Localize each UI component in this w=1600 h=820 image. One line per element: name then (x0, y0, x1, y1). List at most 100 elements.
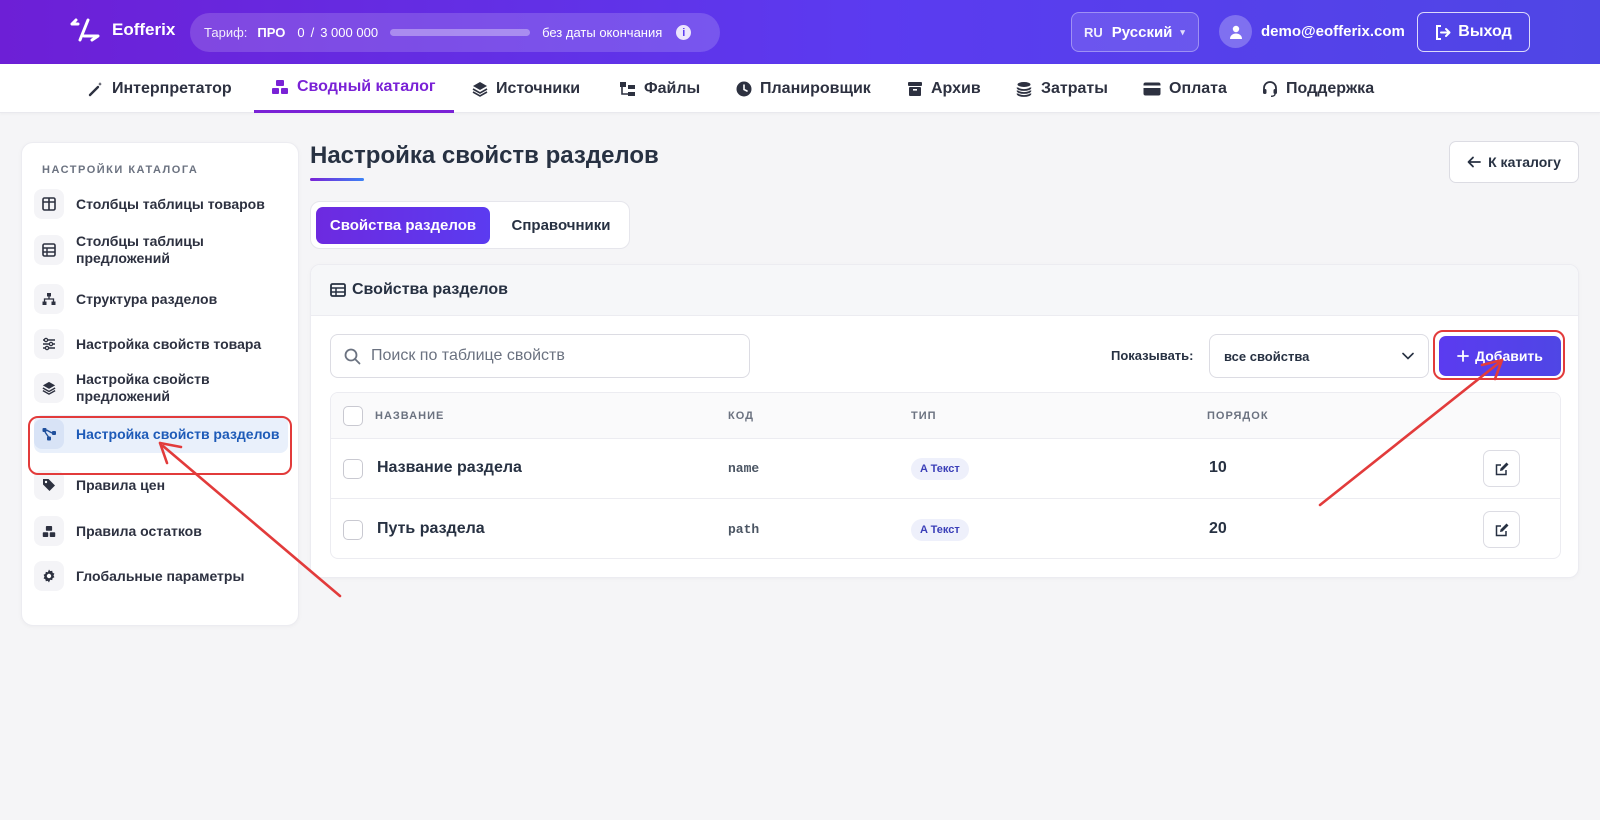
chevron-down-icon (1402, 352, 1414, 360)
tariff-total: 3 000 000 (320, 25, 379, 40)
filter-select[interactable]: все свойства (1209, 334, 1429, 378)
logout-label: Выход (1458, 23, 1512, 40)
boxes-icon (34, 516, 64, 546)
column-header-code[interactable]: КОД (728, 410, 754, 422)
headset-icon (1263, 80, 1277, 97)
nav-item-files[interactable]: Файлы (619, 64, 700, 113)
main-nav: Интерпретатор Сводный каталог Источники … (0, 64, 1600, 113)
column-header-name[interactable]: НАЗВАНИЕ (375, 410, 444, 422)
tags-icon (34, 470, 64, 500)
user-menu[interactable]: demo@eofferix.com (1219, 15, 1405, 48)
sidebar-item-product-columns[interactable]: Столбцы таблицы товаров (34, 189, 288, 219)
nav-item-sources[interactable]: Источники (472, 64, 580, 113)
sidebar-item-stock-rules[interactable]: Правила остатков (34, 516, 288, 546)
select-all-checkbox[interactable] (343, 406, 363, 426)
row-checkbox[interactable] (343, 459, 363, 479)
layers-icon (34, 373, 64, 403)
row-checkbox[interactable] (343, 520, 363, 540)
add-label: Добавить (1475, 348, 1543, 364)
sidebar-item-label: Столбцы таблицы предложений (76, 233, 204, 266)
nav-label: Планировщик (760, 79, 871, 97)
card-title: Свойства разделов (352, 281, 508, 298)
sidebar-item-label: Правила остатков (76, 522, 202, 539)
cell-order: 20 (1209, 520, 1227, 537)
tariff-usage-bar (390, 29, 531, 36)
search-box (330, 334, 750, 378)
boxes-icon (272, 80, 288, 94)
tariff-panel: Тариф: ПРО 0 / 3 000 000 без даты оконча… (190, 13, 720, 52)
tariff-label: Тариф: (204, 25, 248, 40)
title-underline (310, 178, 364, 181)
layers-icon (472, 81, 488, 97)
add-property-button[interactable]: Добавить (1439, 336, 1561, 376)
search-input[interactable] (371, 347, 731, 365)
tariff-used: 0 (297, 25, 305, 40)
page-title: Настройка свойств разделов (310, 142, 659, 169)
nav-item-archive[interactable]: Архив (907, 64, 981, 113)
edit-icon (1495, 523, 1508, 536)
tab-section-properties[interactable]: Свойства разделов (316, 207, 490, 244)
sidebar-item-offer-properties[interactable]: Настройка свойств предложений (34, 371, 288, 405)
column-header-order[interactable]: ПОРЯДОК (1207, 410, 1269, 422)
nav-item-scheduler[interactable]: Планировщик (736, 64, 871, 113)
sidebar-item-price-rules[interactable]: Правила цен (34, 470, 288, 500)
nav-item-interpreter[interactable]: Интерпретатор (88, 64, 232, 113)
sliders-icon (34, 329, 64, 359)
card-header: Свойства разделов (311, 265, 1578, 316)
table-header: НАЗВАНИЕ КОД ТИП ПОРЯДОК (331, 393, 1560, 439)
edit-button[interactable] (1483, 450, 1520, 487)
sidebar-title: НАСТРОЙКИ КАТАЛОГА (42, 164, 199, 176)
table-row[interactable]: Путь раздела path A Текст 20 (331, 500, 1560, 558)
nav-label: Интерпретатор (112, 79, 232, 97)
sidebar-item-label: Настройка свойств разделов (76, 425, 280, 442)
back-to-catalog-button[interactable]: К каталогу (1449, 141, 1579, 183)
sidebar-item-label: Глобальные параметры (76, 567, 245, 584)
top-bar: Eofferix Тариф: ПРО 0 / 3 000 000 без да… (0, 0, 1600, 64)
info-icon[interactable]: i (676, 25, 692, 40)
wand-icon (88, 81, 102, 96)
tariff-expiry: без даты окончания (542, 25, 663, 40)
language-code: RU (1084, 24, 1103, 40)
sidebar-item-product-properties[interactable]: Настройка свойств товара (34, 329, 288, 359)
filter-label: Показывать: (1111, 348, 1194, 363)
edit-icon (1495, 462, 1508, 475)
table-icon (34, 235, 64, 265)
edit-button[interactable] (1483, 511, 1520, 548)
sidebar-item-section-structure[interactable]: Структура разделов (34, 284, 288, 314)
table-row[interactable]: Название раздела name A Текст 10 (331, 439, 1560, 499)
filter-value: все свойства (1224, 348, 1310, 364)
tariff-separator: / (310, 25, 315, 40)
column-header-type[interactable]: ТИП (911, 410, 937, 422)
sidebar-item-label: Правила цен (76, 476, 166, 493)
user-icon (1229, 25, 1242, 39)
folder-tree-icon (620, 81, 635, 96)
sidebar-item-label: Структура разделов (76, 290, 218, 307)
type-badge: A Текст (911, 519, 969, 541)
language-name: Русский (1111, 23, 1173, 41)
logout-button[interactable]: Выход (1417, 12, 1530, 52)
sidebar-item-offer-columns[interactable]: Столбцы таблицы предложений (34, 233, 288, 267)
user-avatar (1219, 15, 1252, 48)
nav-item-support[interactable]: Поддержка (1262, 64, 1374, 113)
type-badge: A Текст (911, 458, 969, 480)
arrow-left-icon (1467, 156, 1482, 168)
catalog-settings-sidebar: НАСТРОЙКИ КАТАЛОГА Столбцы таблицы товар… (21, 142, 299, 626)
cell-code: path (728, 522, 760, 537)
tab-dictionaries[interactable]: Справочники (496, 207, 626, 244)
nav-label: Архив (931, 79, 981, 97)
nav-item-catalog[interactable]: Сводный каталог (254, 64, 454, 113)
sidebar-item-section-properties[interactable]: Настройка свойств разделов (34, 415, 288, 453)
language-select[interactable]: RU Русский ▾ (1071, 12, 1199, 52)
table-icon (330, 283, 346, 297)
sidebar-item-label: Столбцы таблицы товаров (76, 195, 265, 212)
brand-logo[interactable]: Eofferix (70, 18, 175, 42)
sidebar-item-global-params[interactable]: Глобальные параметры (34, 561, 288, 591)
nav-label: Оплата (1169, 79, 1227, 97)
nav-item-costs[interactable]: Затраты (1016, 64, 1108, 113)
nav-item-payment[interactable]: Оплата (1143, 64, 1227, 113)
sitemap-icon (34, 284, 64, 314)
nav-label: Поддержка (1286, 79, 1375, 97)
sidebar-item-label: Настройка свойств предложений (76, 371, 210, 404)
properties-card: Свойства разделов Показывать: все свойст… (310, 264, 1579, 578)
tabs: Свойства разделов Справочники (310, 201, 630, 249)
